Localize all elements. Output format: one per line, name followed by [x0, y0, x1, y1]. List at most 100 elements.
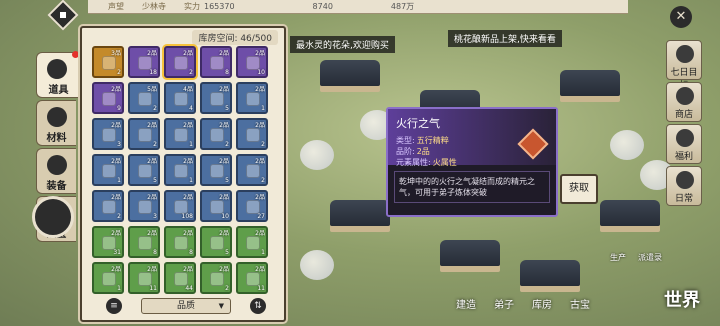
tab-materials[interactable]: 材料 — [36, 100, 76, 146]
item-name: 火行之气 — [396, 117, 440, 130]
item-slot[interactable]: 2品 108 — [164, 190, 196, 222]
item-slot[interactable]: 2品 10 — [236, 46, 268, 78]
item-slot[interactable]: 2品 8 — [164, 226, 196, 258]
tab-label: 道具 — [48, 85, 69, 96]
item-count: 4 — [189, 105, 193, 112]
item-count: 18 — [149, 69, 157, 76]
item-slot[interactable]: 2品 9 — [92, 82, 124, 114]
item-slot[interactable]: 2品 1 — [236, 82, 268, 114]
production-button[interactable]: 生产 — [610, 252, 626, 263]
item-slot[interactable]: 2品 18 — [128, 46, 160, 78]
item-slot[interactable]: 5品 2 — [128, 82, 160, 114]
item-icon — [102, 128, 116, 142]
item-slot[interactable]: 3品 2 — [92, 46, 124, 78]
item-count: 1 — [189, 141, 193, 148]
tab-label: 装备 — [46, 181, 67, 192]
item-icon — [102, 92, 116, 106]
item-slot[interactable]: 2品 2 — [200, 118, 232, 150]
welfare-button[interactable]: 福利 — [666, 124, 702, 164]
item-count: 2 — [153, 141, 157, 148]
item-icon — [210, 200, 224, 214]
item-icon — [210, 272, 224, 286]
item-count: 2 — [225, 141, 229, 148]
sort-dropdown[interactable]: 品质 ▼ — [141, 298, 231, 314]
nav-build[interactable]: 建造 — [456, 296, 476, 311]
item-slot[interactable]: 4品 4 — [164, 82, 196, 114]
item-slot[interactable]: 2品 1 — [164, 154, 196, 186]
item-count: 1 — [261, 105, 265, 112]
item-slot[interactable]: 2品 8 — [128, 226, 160, 258]
item-slot[interactable]: 2品 2 — [236, 118, 268, 150]
close-icon[interactable]: ✕ — [670, 6, 692, 28]
item-count: 2 — [189, 69, 193, 76]
item-slot[interactable]: 2品 5 — [200, 82, 232, 114]
sort-order-icon[interactable]: ⇅ — [250, 298, 266, 314]
world-button[interactable]: 世界 — [664, 286, 700, 312]
item-slot[interactable]: 2品 2 — [92, 190, 124, 222]
shop-marquee[interactable]: 最水灵的花朵,欢迎购买 — [290, 36, 395, 53]
dispatch-button[interactable]: 派遣录 — [638, 252, 662, 263]
resource-value-2: 487万 — [390, 2, 415, 11]
item-description: 乾坤中的的火行之气凝结而成的精元之气，可用于弟子炼体突破 — [394, 171, 550, 203]
item-slot[interactable]: 2品 5 — [200, 154, 232, 186]
item-slot[interactable]: 2品 11 — [128, 262, 160, 294]
tab-equipment[interactable]: 装备 — [36, 148, 76, 194]
item-slot[interactable]: 2品 11 — [236, 262, 268, 294]
item-count: 2 — [261, 177, 265, 184]
item-count: 1 — [117, 177, 121, 184]
item-slot[interactable]: 2品 8 — [200, 46, 232, 78]
power-label: 实力 — [184, 2, 200, 11]
item-tooltip: 火行之气 类型: 五行精粹 品阶: 2品 元素属性: 火属性 乾坤中的的火行之气凝结而… — [386, 107, 558, 217]
item-slot[interactable]: 2品 10 — [200, 190, 232, 222]
item-icon — [174, 236, 188, 250]
nav-disciples[interactable]: 弟子 — [494, 296, 514, 311]
item-slot[interactable]: 2品 3 — [128, 190, 160, 222]
type-label: 类型: — [396, 136, 415, 145]
herb-icon — [47, 107, 67, 127]
acquire-button[interactable]: 获取 — [560, 174, 598, 204]
seven-day-goal-button[interactable]: 七日目标 — [666, 40, 702, 91]
item-slot[interactable]: 2品 2 — [128, 118, 160, 150]
item-slot[interactable]: 2品 1 — [92, 262, 124, 294]
resource-label: 声望 — [108, 2, 124, 11]
item-count: 5 — [225, 177, 229, 184]
item-count: 11 — [149, 285, 157, 292]
item-count: 31 — [113, 249, 121, 256]
item-slot[interactable]: 2品 5 — [200, 226, 232, 258]
shop-button[interactable]: 商店 — [666, 82, 702, 122]
item-count: 2 — [153, 105, 157, 112]
item-icon — [174, 200, 188, 214]
item-count: 108 — [181, 213, 193, 220]
bag-icon — [47, 59, 67, 79]
item-slot[interactable]: 2品 1 — [92, 154, 124, 186]
item-icon — [138, 164, 152, 178]
sort-label: 品质 — [176, 301, 195, 311]
item-slot[interactable]: 2品 44 — [164, 262, 196, 294]
power-value: 165370 — [204, 2, 235, 11]
nav-warehouse[interactable]: 库房 — [532, 296, 552, 311]
item-slot[interactable]: 2品 2 — [236, 154, 268, 186]
tab-items[interactable]: 道具 — [36, 52, 80, 98]
item-slot[interactable]: 2品 27 — [236, 190, 268, 222]
item-icon — [246, 164, 260, 178]
item-count: 1 — [261, 249, 265, 256]
filter-icon[interactable]: ≡ — [106, 298, 122, 314]
type-value: 五行精粹 — [416, 136, 449, 145]
item-icon — [174, 164, 188, 178]
item-slot[interactable]: 2品 1 — [164, 118, 196, 150]
item-slot[interactable]: 2品 31 — [92, 226, 124, 258]
item-slot[interactable]: 2品 5 — [128, 154, 160, 186]
swirl-emblem-icon — [32, 196, 74, 238]
item-count: 11 — [257, 285, 265, 292]
daily-button[interactable]: 日常 — [666, 166, 702, 206]
item-slot[interactable]: 2品 2 — [164, 46, 196, 78]
item-icon — [210, 164, 224, 178]
nav-ancient-treasure[interactable]: 古宝 — [570, 296, 590, 311]
grade-value: 2品 — [416, 147, 430, 156]
item-slot[interactable]: 2品 1 — [236, 226, 268, 258]
item-icon — [246, 92, 260, 106]
shop-marquee-2[interactable]: 桃花酿新品上架,快来看看 — [448, 30, 562, 47]
item-slot[interactable]: 2品 2 — [200, 262, 232, 294]
item-slot[interactable]: 2品 3 — [92, 118, 124, 150]
item-icon — [246, 128, 260, 142]
